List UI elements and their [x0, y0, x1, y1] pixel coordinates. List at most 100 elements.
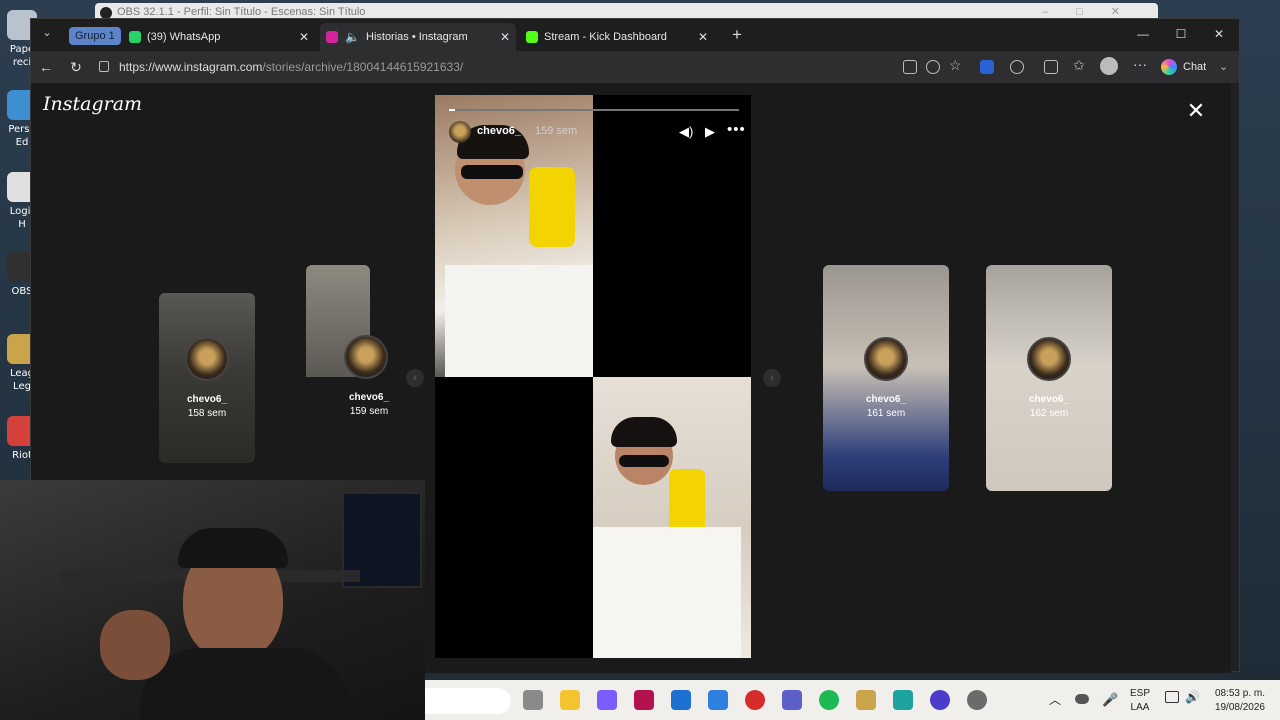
story-progress-bar [449, 109, 739, 111]
thumb-username: chevo6_ [186, 394, 228, 405]
story-thumbnail[interactable]: chevo6_ 158 sem [159, 293, 255, 463]
minimize-icon[interactable]: — [1133, 25, 1153, 43]
outlook-icon[interactable] [671, 690, 691, 710]
url-host: https://www.instagram.com [119, 60, 263, 74]
tab-close-icon[interactable]: ✕ [299, 23, 309, 51]
spotify-icon[interactable] [819, 690, 839, 710]
person-hand-shape [100, 610, 170, 680]
phone-shape [669, 469, 705, 533]
settings-icon[interactable] [967, 690, 987, 710]
thumb-username: chevo6_ [865, 394, 907, 405]
taskbar-search-input[interactable] [425, 688, 511, 714]
more-options-icon[interactable]: ••• [727, 121, 746, 138]
sunglasses-shape [619, 455, 669, 467]
network-icon[interactable] [1165, 691, 1179, 703]
chevron-down-icon[interactable]: ⌄ [1219, 57, 1228, 77]
clock-date: 19/08/2026 [1214, 701, 1265, 713]
onedrive-icon[interactable] [1075, 694, 1089, 704]
reload-icon[interactable]: ↻ [67, 58, 85, 76]
story-header: chevo6_ 159 sem ◀) ▶ ••• [449, 121, 745, 143]
microphone-icon[interactable]: 🎤 [1102, 691, 1118, 709]
store-icon[interactable] [708, 690, 728, 710]
browser-essentials-icon[interactable] [1044, 60, 1058, 74]
close-window-icon[interactable]: ✕ [1209, 25, 1229, 43]
mute-speaker-icon[interactable]: ◀) [679, 124, 693, 140]
shirt-shape [593, 527, 741, 658]
sunglasses-shape [461, 165, 523, 179]
app-red-icon[interactable] [745, 690, 765, 710]
obs-window-controls[interactable]: –□✕ [1042, 5, 1148, 18]
next-arrow-icon[interactable]: › [763, 369, 781, 387]
edge-icon[interactable] [893, 690, 913, 710]
story-age: 159 sem [535, 125, 578, 137]
tab-bar: ⌄ Grupo 1 (39) WhatsApp ✕ 🔈 Historias • … [31, 19, 1239, 51]
language-indicator[interactable]: ESP LAA [1130, 687, 1150, 714]
tab-close-icon[interactable]: ✕ [698, 23, 708, 51]
maximize-icon[interactable]: ☐ [1171, 25, 1191, 43]
avatar [344, 335, 388, 379]
speaker-icon[interactable]: 🔈 [345, 23, 360, 51]
zoom-icon[interactable] [926, 60, 940, 74]
app-pink-icon[interactable] [634, 690, 654, 710]
thumb-username: chevo6_ [348, 392, 390, 403]
tab-close-icon[interactable]: ✕ [500, 23, 510, 51]
copilot-icon [1161, 59, 1177, 75]
profile-avatar-icon[interactable] [1100, 57, 1118, 75]
story-thumbnail-label[interactable]: chevo6_ 159 sem [326, 335, 436, 485]
person-shirt-shape [140, 648, 350, 720]
whatsapp-icon [129, 31, 141, 43]
more-menu-icon[interactable]: ··· [1133, 56, 1147, 72]
new-tab-plus-icon[interactable]: + [727, 25, 747, 45]
back-arrow-icon[interactable]: ← [37, 58, 55, 76]
file-explorer-icon[interactable] [560, 690, 580, 710]
avatar [185, 337, 229, 381]
chat-label: Chat [1183, 61, 1207, 73]
desktop-icon-label: Riot [12, 450, 32, 461]
tab-group-chip[interactable]: Grupo 1 [69, 27, 121, 45]
favorite-star-icon[interactable]: ☆ [949, 57, 962, 74]
address-input[interactable]: https://www.instagram.com/stories/archiv… [95, 56, 865, 78]
instagram-icon [326, 31, 338, 43]
story-photo [593, 377, 751, 658]
thumb-username: chevo6_ [1028, 394, 1070, 405]
app-purple-icon[interactable] [930, 690, 950, 710]
language-top: ESP [1130, 688, 1151, 699]
tab-title: Stream - Kick Dashboard [544, 31, 667, 43]
kick-icon [526, 31, 538, 43]
tab-kick[interactable]: Stream - Kick Dashboard ✕ [520, 23, 714, 51]
task-view-icon[interactable] [523, 690, 543, 710]
favorites-icon[interactable]: ✩ [1073, 57, 1085, 74]
tab-title: Historias • Instagram [366, 31, 468, 43]
story-frame[interactable]: chevo6_ 159 sem ◀) ▶ ••• [435, 95, 751, 658]
extensions-icon[interactable] [1010, 60, 1024, 74]
league-icon[interactable] [856, 690, 876, 710]
vpn-off-icon[interactable] [980, 60, 994, 74]
tab-instagram[interactable]: 🔈 Historias • Instagram ✕ [320, 23, 516, 51]
story-thumbnail[interactable]: chevo6_ 162 sem [986, 265, 1112, 491]
clock-time: 08:53 p. m. [1214, 688, 1265, 699]
play-icon[interactable]: ▶ [705, 124, 715, 140]
clock[interactable]: 08:53 p. m. 19/08/2026 [1209, 687, 1265, 714]
app-available-icon[interactable] [903, 60, 917, 74]
avatar[interactable] [449, 121, 471, 143]
story-username[interactable]: chevo6_ [477, 125, 521, 137]
volume-icon[interactable]: 🔊 [1185, 689, 1200, 705]
shirt-shape [445, 265, 593, 377]
tab-list-chevron-icon[interactable]: ⌄ [37, 26, 57, 44]
avatar [864, 337, 908, 381]
close-icon[interactable]: ✕ [1184, 99, 1208, 123]
copilot-icon[interactable] [597, 690, 617, 710]
avatar [1027, 337, 1071, 381]
webcam-overlay [0, 480, 425, 720]
story-thumbnail[interactable]: chevo6_ 161 sem [823, 265, 949, 491]
previous-arrow-icon[interactable]: ‹ [406, 369, 424, 387]
show-hidden-icons-chevron-icon[interactable]: ︿ [1049, 692, 1061, 708]
language-bottom: LAA [1130, 701, 1150, 713]
hair-shape [611, 417, 677, 447]
thumb-age: 158 sem [187, 408, 227, 419]
teams-icon[interactable] [782, 690, 802, 710]
tab-whatsapp[interactable]: (39) WhatsApp ✕ [123, 23, 315, 51]
instagram-logo[interactable]: Instagram [43, 93, 142, 115]
story-progress-fill [449, 109, 455, 111]
obs-window-title: OBS 32.1.1 - Perfil: Sin Título - Escena… [117, 6, 366, 18]
